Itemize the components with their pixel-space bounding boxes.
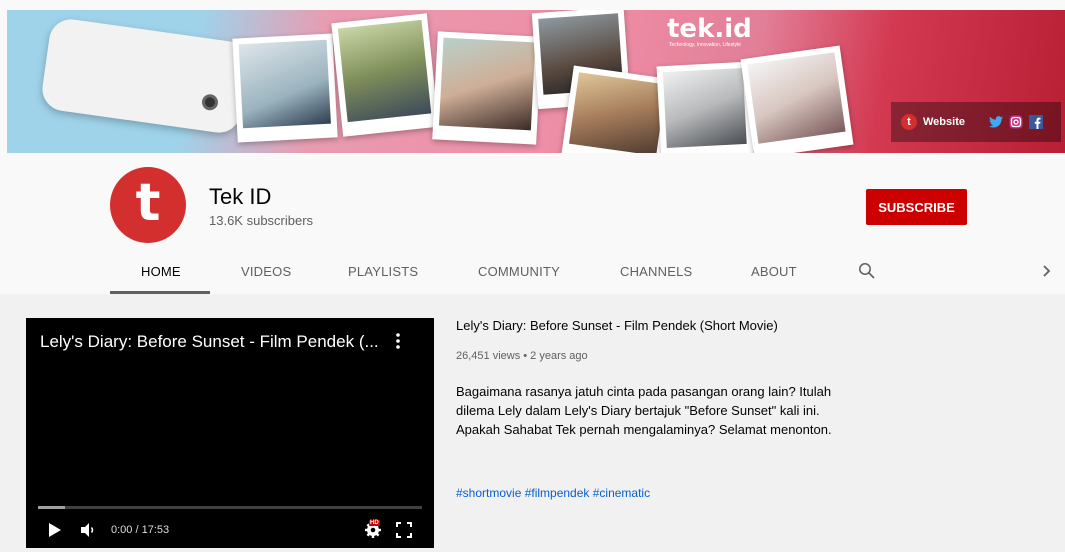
banner-brand-logo: tek.id — [667, 14, 752, 44]
tab-about[interactable]: ABOUT — [751, 264, 797, 279]
avatar-letter: t — [135, 173, 161, 233]
video-meta: 26,451 views • 2 years ago — [456, 350, 588, 362]
phone-image — [39, 16, 251, 136]
tab-home[interactable]: HOME — [141, 264, 181, 279]
channel-avatar[interactable]: t — [110, 167, 186, 243]
channel-name: Tek ID — [209, 184, 272, 209]
tab-channels[interactable]: CHANNELS — [620, 264, 692, 279]
video-player[interactable]: Lely's Diary: Before Sunset - Film Pende… — [26, 318, 434, 548]
play-icon[interactable] — [48, 522, 62, 538]
hashtag-links[interactable]: #shortmovie #filmpendek #cinematic — [456, 486, 650, 500]
instagram-icon[interactable] — [1009, 115, 1023, 129]
twitter-icon[interactable] — [988, 115, 1003, 129]
phone-camera — [200, 93, 220, 112]
progress-loaded — [38, 506, 65, 509]
tab-videos[interactable]: VIDEOS — [241, 264, 291, 279]
website-link[interactable]: Website — [923, 116, 965, 128]
facebook-icon[interactable] — [1028, 115, 1043, 129]
video-description: Bagaimana rasanya jatuh cinta pada pasan… — [456, 384, 832, 437]
subscribe-button[interactable]: SUBSCRIBE — [866, 189, 967, 225]
more-options-icon[interactable] — [393, 332, 403, 350]
banner-photo — [561, 65, 673, 153]
subscriber-count: 13.6K subscribers — [209, 213, 314, 228]
search-icon[interactable] — [858, 262, 876, 280]
chevron-right-icon[interactable] — [1040, 263, 1054, 279]
banner-photo — [656, 61, 754, 153]
banner-photo — [331, 13, 439, 137]
fullscreen-icon[interactable] — [395, 521, 413, 539]
video-title-link[interactable]: Lely's Diary: Before Sunset - Film Pende… — [456, 318, 778, 333]
tab-community[interactable]: COMMUNITY — [478, 264, 560, 279]
website-logo-icon[interactable]: t — [901, 114, 917, 130]
banner-photo — [432, 31, 542, 145]
channel-banner: tek.id Technology, Innovation, Lifestyle… — [7, 10, 1065, 153]
time-display: 0:00 / 17:53 — [111, 524, 170, 536]
channel-tabs: HOME VIDEOS PLAYLISTS COMMUNITY CHANNELS… — [0, 252, 1065, 294]
tab-playlists[interactable]: PLAYLISTS — [348, 264, 418, 279]
banner-photo — [232, 33, 338, 143]
banner-photo — [740, 45, 854, 153]
progress-bar[interactable] — [38, 506, 422, 509]
banner-brand-tagline: Technology, Innovation, Lifestyle — [669, 42, 741, 48]
channel-links: t Website — [891, 102, 1061, 142]
volume-icon[interactable] — [79, 521, 97, 539]
hd-badge: HD — [369, 520, 380, 526]
player-video-title[interactable]: Lely's Diary: Before Sunset - Film Pende… — [40, 332, 380, 352]
